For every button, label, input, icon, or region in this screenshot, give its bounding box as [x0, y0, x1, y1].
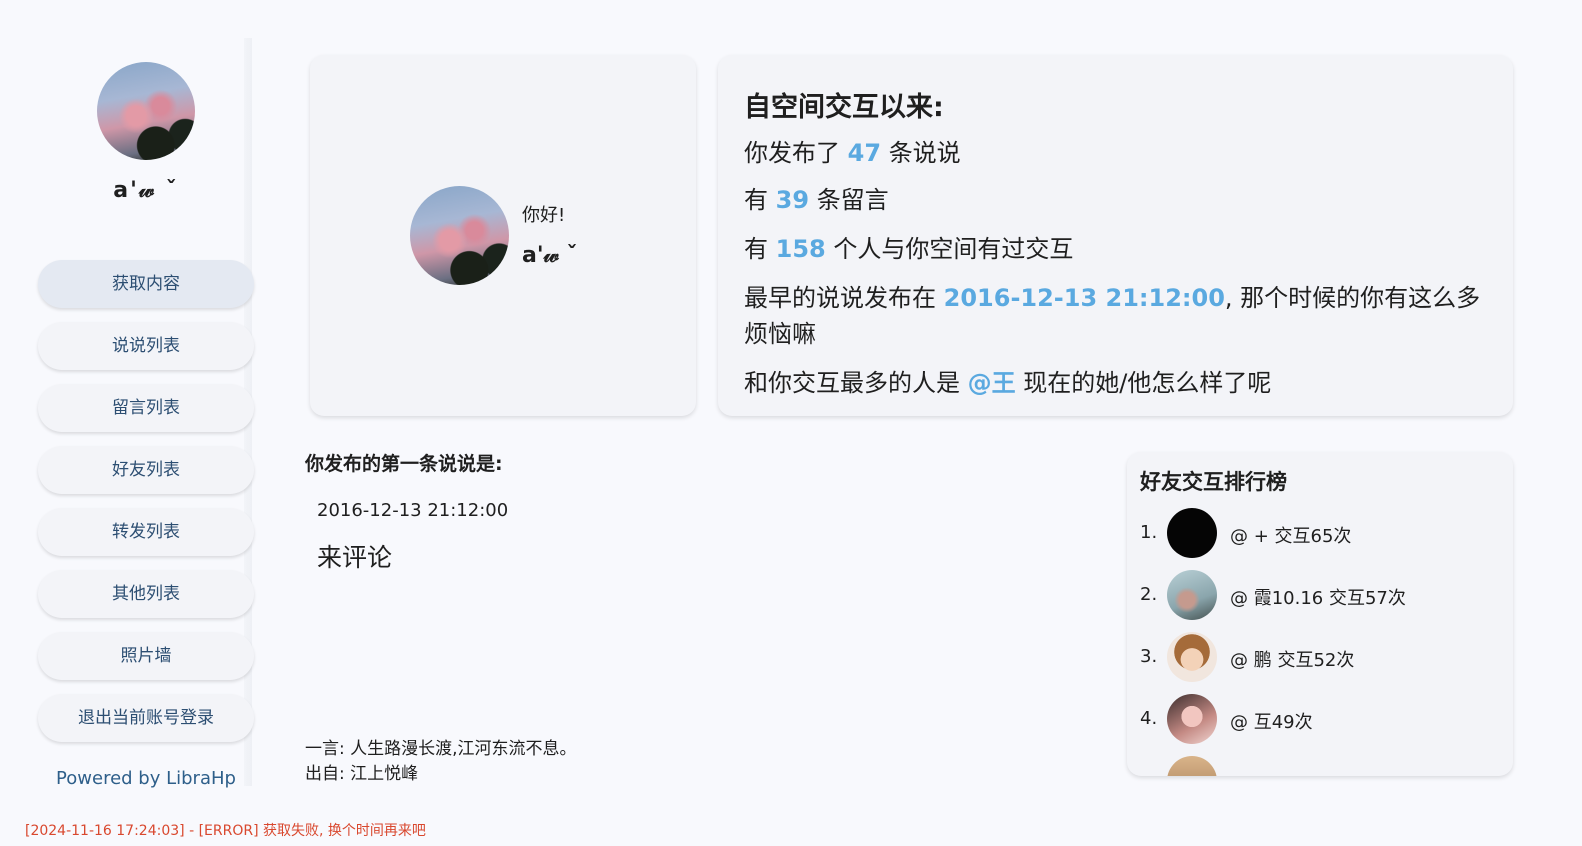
ranking-item[interactable]: 4. @ 互49次 [1140, 694, 1500, 746]
stat-top-name[interactable]: @王 [968, 369, 1016, 397]
stat-earliest-prefix: 最早的说说发布在 [744, 284, 936, 312]
nav-forwards-list-button[interactable]: 转发列表 [38, 508, 254, 556]
nav-fetch-content-button[interactable]: 获取内容 [38, 260, 254, 308]
ranking-item[interactable]: 3. @ 鹏 交互52次 [1140, 632, 1500, 684]
stat-messages: 有 39 条留言 [744, 182, 1484, 218]
stat-people: 有 158 个人与你空间有过交互 [744, 231, 1484, 267]
ranking-index: 3. [1140, 646, 1158, 667]
nav-messages-list-button[interactable]: 留言列表 [38, 384, 254, 432]
nav-other-list-button[interactable]: 其他列表 [38, 570, 254, 618]
profile-name: a'𝓌 ˇ [522, 243, 578, 268]
ranking-text: @ + 交互65次 [1230, 526, 1352, 547]
stat-earliest: 最早的说说发布在 2016-12-13 21:12:00, 那个时候的你有这么多… [744, 280, 1484, 352]
friend-avatar [1167, 570, 1217, 620]
powered-by-link[interactable]: Powered by LibraHp [24, 768, 268, 789]
profile-card: 你好! a'𝓌 ˇ [310, 55, 696, 416]
stats-title: 自空间交互以来: [744, 92, 944, 123]
stat-earliest-date: 2016-12-13 21:12:00 [943, 284, 1225, 312]
ranking-index: 1. [1140, 522, 1158, 543]
stat-people-prefix: 有 [744, 235, 768, 263]
ranking-item[interactable]: 1. @ + 交互65次 [1140, 508, 1500, 560]
stat-top-prefix: 和你交互最多的人是 [744, 369, 960, 397]
user-avatar [97, 62, 195, 160]
stat-top-suffix: 现在的她/他怎么样了呢 [1023, 369, 1272, 397]
stat-people-suffix: 个人与你空间有过交互 [833, 235, 1074, 263]
stats-card: 自空间交互以来: 你发布了 47 条说说 有 39 条留言 有 158 个人与你… [718, 55, 1513, 416]
sidebar-user-name: a'𝓌 ˇ [113, 178, 179, 203]
profile-greeting: 你好! [522, 205, 566, 226]
ranking-text: @ 互49次 [1230, 712, 1313, 733]
stat-people-count: 158 [775, 235, 826, 263]
ranking-index: 4. [1140, 708, 1158, 729]
stat-messages-suffix: 条留言 [816, 186, 889, 214]
ranking-title: 好友交互排行榜 [1140, 470, 1287, 494]
stat-messages-count: 39 [775, 186, 810, 214]
sidebar: a'𝓌 ˇ 获取内容 说说列表 留言列表 好友列表 转发列表 其他列表 照片墙 … [24, 38, 254, 789]
friend-ranking-card: 好友交互排行榜 1. @ + 交互65次 2. @ 霞10.16 交互57次 3… [1127, 452, 1513, 776]
stat-posts-suffix: 条说说 [888, 139, 961, 167]
stat-posts: 你发布了 47 条说说 [744, 135, 1484, 171]
profile-avatar [410, 186, 509, 285]
stat-posts-prefix: 你发布了 [744, 139, 840, 167]
quote-text: 一言: 人生路漫长渡,江河东流不息。 [305, 739, 577, 759]
friend-avatar [1167, 508, 1217, 558]
ranking-item-partial[interactable] [1140, 756, 1500, 776]
ranking-index: 2. [1140, 584, 1158, 605]
stat-posts-count: 47 [847, 139, 882, 167]
quote-source: 出自: 江上悦峰 [305, 764, 419, 784]
friend-avatar [1167, 632, 1217, 682]
ranking-text: @ 霞10.16 交互57次 [1230, 588, 1406, 609]
nav-photo-wall-button[interactable]: 照片墙 [38, 632, 254, 680]
nav-posts-list-button[interactable]: 说说列表 [38, 322, 254, 370]
friend-avatar [1167, 694, 1217, 744]
ranking-text: @ 鹏 交互52次 [1230, 650, 1355, 671]
logout-button[interactable]: 退出当前账号登录 [38, 694, 254, 742]
first-post-content: 来评论 [317, 543, 393, 572]
first-post-title: 你发布的第一条说说是: [305, 453, 503, 475]
nav-friends-list-button[interactable]: 好友列表 [38, 446, 254, 494]
error-message: [2024-11-16 17:24:03] - [ERROR] 获取失败, 换个… [25, 823, 426, 839]
ranking-item[interactable]: 2. @ 霞10.16 交互57次 [1140, 570, 1500, 622]
stat-top-friend: 和你交互最多的人是 @王 现在的她/他怎么样了呢 [744, 365, 1484, 401]
stat-messages-prefix: 有 [744, 186, 768, 214]
friend-avatar [1167, 756, 1217, 776]
first-post-date: 2016-12-13 21:12:00 [317, 500, 509, 521]
